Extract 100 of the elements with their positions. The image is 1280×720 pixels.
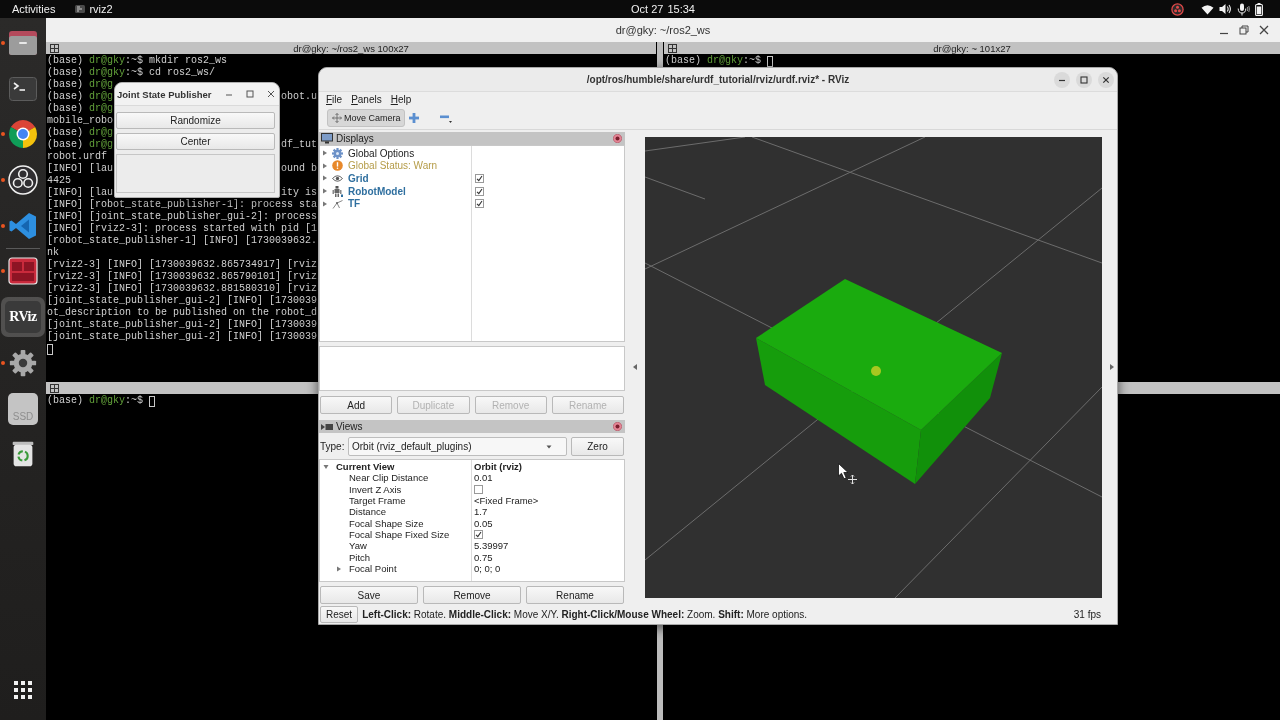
checkbox[interactable] [474, 530, 483, 540]
push-button[interactable]: Center [116, 133, 275, 150]
checkbox[interactable] [475, 186, 484, 196]
menu-item[interactable]: Panels [348, 93, 385, 105]
three-circle-logo-icon [7, 164, 39, 197]
caret-right-icon[interactable] [322, 150, 328, 157]
collapse-right-icon[interactable] [1110, 364, 1114, 370]
push-button[interactable]: Reset [320, 605, 359, 623]
property-name[interactable]: Focal Shape Fixed Size [349, 529, 450, 541]
tree-item-label[interactable]: Global Options [348, 147, 415, 159]
caret-right-icon[interactable] [336, 565, 342, 572]
terminal-line: [INFO] [lau [47, 163, 113, 175]
status-hint: Left-Click: Rotate. Middle-Click: Move X/Y. Right-Click/Mouse Wheel: Zoom. Shift: More options. [362, 608, 809, 620]
property-name[interactable]: Focal Shape Size [349, 517, 424, 529]
view-type-dropdown[interactable]: Orbit (rviz_default_plugins) [348, 437, 567, 456]
terminal-line: obot.u [281, 91, 318, 103]
terminal-line: (base) dr@gky:~$ [47, 395, 144, 407]
app-icon [75, 4, 86, 14]
segmented-circle-icon [7, 118, 39, 151]
property-value[interactable]: 5.39997 [474, 540, 509, 552]
robot-icon [332, 185, 343, 197]
grid-menu-icon[interactable] [668, 43, 677, 53]
property-name[interactable]: Near Clip Distance [349, 472, 429, 484]
window-title: Joint State Publisher [117, 88, 212, 100]
close-icon[interactable] [613, 422, 622, 431]
dock-item[interactable]: RViz [1, 297, 45, 338]
close-icon[interactable] [267, 90, 275, 98]
volume-icon[interactable] [1219, 3, 1232, 15]
menu-item[interactable]: File [323, 93, 346, 105]
battery-icon[interactable] [1255, 2, 1263, 16]
app-grid-button[interactable] [11, 678, 35, 702]
activities-button[interactable]: Activities [6, 0, 62, 18]
property-name[interactable]: Invert Z Axis [349, 483, 402, 495]
caret-right-icon[interactable] [322, 188, 328, 195]
push-button[interactable]: Save [320, 586, 418, 604]
menu-item[interactable]: Help [387, 93, 415, 105]
terminal-line: [INFO] [joint_state_publisher_gui-2]: process [47, 211, 318, 223]
mouse-pointer-icon [838, 463, 849, 480]
tree-item-label[interactable]: RobotModel [348, 185, 406, 197]
terminal-line: [rviz2-3] [INFO] [1730039632.865734917] [rviz [47, 259, 318, 271]
property-value[interactable]: <Fixed Frame> [474, 495, 539, 507]
caret-right-icon[interactable] [322, 200, 328, 207]
property-value[interactable]: 0; 0; 0 [474, 563, 501, 575]
terminal-line: ound b [281, 163, 318, 175]
property-name[interactable]: Target Frame [349, 495, 406, 507]
caret-right-icon[interactable] [322, 162, 328, 169]
plus-icon[interactable] [409, 112, 419, 123]
push-button[interactable]: Remove [423, 586, 521, 604]
property-value[interactable]: 0.01 [474, 472, 493, 484]
push-button[interactable]: Add [320, 396, 393, 414]
property-value[interactable]: Orbit (rviz) [474, 461, 523, 473]
caret-right-icon[interactable] [322, 175, 328, 182]
terminal-line: ity is [281, 187, 318, 199]
property-value[interactable]: 0.05 [474, 517, 493, 529]
close-icon[interactable] [613, 134, 622, 143]
pane-title: dr@gky: ~/ros2_ws 100x27 [293, 42, 409, 54]
checkbox[interactable] [475, 199, 484, 209]
property-name[interactable]: Current View [336, 461, 395, 473]
collapse-left-icon[interactable] [633, 364, 637, 370]
terminal-line: 4425 [47, 175, 71, 187]
terminal-line: robot.urdf [47, 151, 107, 163]
push-button[interactable]: Rename [526, 586, 624, 604]
tree-item-label[interactable]: Grid [348, 173, 369, 184]
terminal-line: [joint_state_publisher_gui-2] [INFO] [1730039 [47, 295, 318, 307]
terminal-line: [rviz2-3] [INFO] [1730039632.865790101] [rviz [47, 271, 318, 283]
text-cursor [47, 343, 53, 355]
checkbox[interactable] [475, 174, 484, 183]
restore-icon[interactable] [1239, 25, 1249, 35]
close-icon[interactable] [1259, 25, 1269, 35]
3d-view[interactable] [645, 137, 1102, 598]
push-button[interactable]: Randomize [116, 112, 275, 129]
terminal-line: (base) dr@g [47, 91, 114, 103]
close-icon[interactable] [1098, 71, 1114, 88]
clock-button[interactable]: Oct 27 15:34 [625, 0, 701, 18]
tool-button[interactable]: Move Camera [327, 108, 405, 127]
microphone-icon[interactable] [1237, 2, 1250, 16]
property-name[interactable]: Focal Point [349, 563, 397, 575]
terminal-line: (base) dr@gky:~$ mkdir ros2_ws [47, 55, 228, 67]
eye-icon [332, 173, 343, 184]
gear-icon [332, 147, 343, 159]
property-name[interactable]: Pitch [349, 551, 371, 563]
app-menu-button[interactable]: rviz2 [69, 0, 119, 18]
property-value[interactable]: 0.75 [474, 551, 493, 563]
camera-icon [321, 422, 333, 431]
property-name[interactable]: Distance [349, 506, 386, 518]
checkbox[interactable] [474, 484, 483, 494]
property-value[interactable]: 1.7 [474, 506, 488, 518]
record-indicator-icon[interactable] [1171, 2, 1184, 16]
fps-counter: 31 fps [1073, 608, 1101, 620]
panel-title: Displays [336, 133, 374, 144]
caret-down-icon[interactable] [323, 463, 329, 470]
terminal-line: [INFO] [rviz2-3]: process started with pid [1 [47, 223, 318, 235]
grid-menu-icon[interactable] [50, 43, 59, 53]
push-button[interactable]: Zero [571, 437, 624, 456]
maximize-icon[interactable] [1076, 71, 1092, 88]
grid-menu-icon[interactable] [50, 383, 59, 393]
property-name[interactable]: Yaw [349, 540, 367, 552]
maximize-icon[interactable] [246, 90, 254, 98]
tree-item-label[interactable]: TF [348, 198, 361, 210]
wifi-icon[interactable] [1201, 3, 1214, 15]
